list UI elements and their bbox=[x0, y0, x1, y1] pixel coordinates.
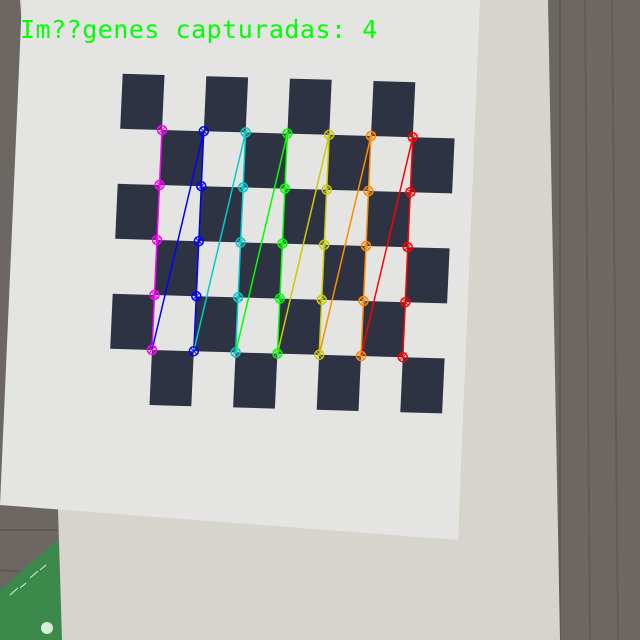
board-square bbox=[287, 78, 332, 135]
board-square bbox=[405, 247, 450, 304]
board-square bbox=[110, 293, 155, 350]
board-square bbox=[400, 357, 445, 414]
camera-frame bbox=[0, 0, 640, 640]
board-square bbox=[120, 73, 165, 130]
board-square bbox=[203, 76, 249, 133]
capture-count-label: Im??genes capturadas: 4 bbox=[20, 15, 378, 44]
board-square bbox=[316, 354, 361, 411]
board-square bbox=[410, 137, 455, 194]
board-square bbox=[233, 352, 278, 409]
board-square bbox=[149, 350, 194, 407]
board-square bbox=[371, 81, 416, 138]
board-square bbox=[115, 183, 160, 240]
